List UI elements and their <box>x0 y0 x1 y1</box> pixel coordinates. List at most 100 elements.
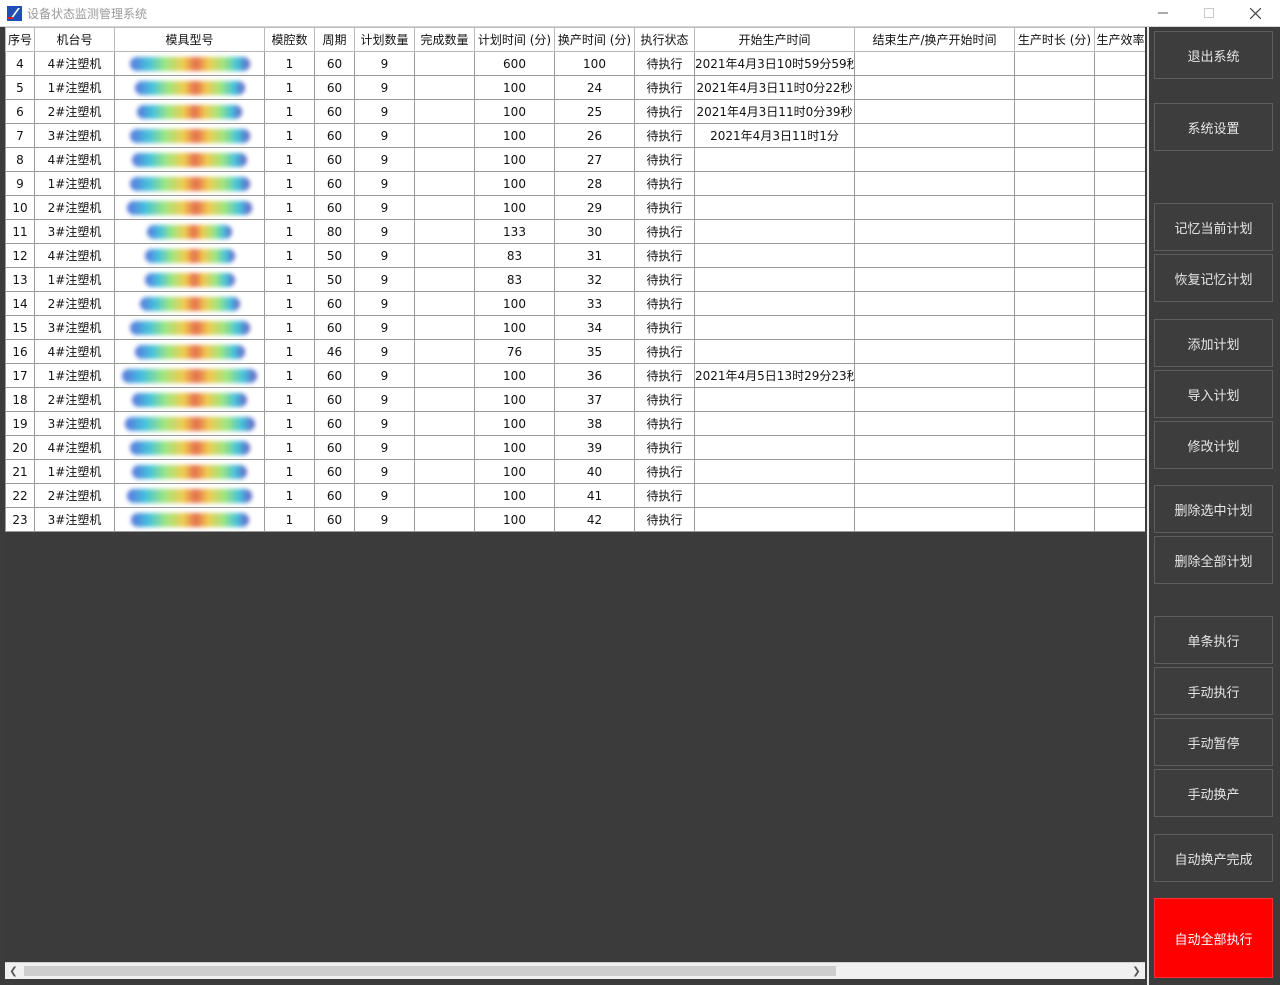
table-cell[interactable] <box>1094 387 1145 412</box>
table-cell[interactable]: 待执行 <box>634 291 695 316</box>
table-cell[interactable] <box>854 219 1015 244</box>
table-cell[interactable] <box>1014 267 1095 292</box>
table-cell[interactable] <box>1014 51 1095 76</box>
table-cell[interactable]: 60 <box>314 315 355 340</box>
column-header[interactable]: 模具型号 <box>114 27 265 52</box>
table-cell[interactable]: 1 <box>264 267 315 292</box>
table-cell[interactable]: 21 <box>5 459 35 484</box>
table-cell[interactable] <box>114 243 265 268</box>
table-cell[interactable] <box>854 99 1015 124</box>
table-cell[interactable]: 11 <box>5 219 35 244</box>
table-cell[interactable] <box>854 75 1015 100</box>
table-cell[interactable]: 1 <box>264 459 315 484</box>
table-cell[interactable]: 38 <box>554 411 635 436</box>
table-row[interactable]: 20 4#注塑机 1 60 9 100 39 待执行 <box>5 435 1145 460</box>
column-header[interactable]: 模腔数 <box>264 27 315 52</box>
table-cell[interactable] <box>694 483 855 508</box>
table-cell[interactable]: 100 <box>474 483 555 508</box>
table-cell[interactable]: 4#注塑机 <box>34 51 115 76</box>
table-cell[interactable]: 2021年4月3日11时1分 <box>694 123 855 148</box>
table-cell[interactable] <box>854 147 1015 172</box>
table-cell[interactable]: 18 <box>5 387 35 412</box>
table-cell[interactable] <box>1094 99 1145 124</box>
table-cell[interactable]: 9 <box>354 147 415 172</box>
auto-changeover-complete-button[interactable]: 自动换产完成 <box>1154 834 1273 882</box>
table-cell[interactable]: 42 <box>554 507 635 532</box>
table-cell[interactable] <box>854 267 1015 292</box>
table-cell[interactable] <box>114 507 265 532</box>
table-cell[interactable] <box>1014 483 1095 508</box>
table-cell[interactable] <box>414 219 475 244</box>
table-cell[interactable]: 9 <box>354 243 415 268</box>
table-cell[interactable] <box>114 483 265 508</box>
table-cell[interactable]: 1 <box>264 363 315 388</box>
table-cell[interactable]: 600 <box>474 51 555 76</box>
table-cell[interactable] <box>1014 219 1095 244</box>
table-cell[interactable]: 1 <box>264 291 315 316</box>
table-cell[interactable] <box>114 291 265 316</box>
table-cell[interactable]: 待执行 <box>634 195 695 220</box>
save-current-plan-button[interactable]: 记忆当前计划 <box>1154 203 1273 251</box>
table-cell[interactable]: 2#注塑机 <box>34 387 115 412</box>
table-cell[interactable]: 3#注塑机 <box>34 507 115 532</box>
table-row[interactable]: 22 2#注塑机 1 60 9 100 41 待执行 <box>5 483 1145 508</box>
table-cell[interactable] <box>414 507 475 532</box>
table-row[interactable]: 4 4#注塑机 1 60 9 600 100 待执行 2021年4月3日10时59分59秒 <box>5 51 1145 76</box>
table-cell[interactable]: 27 <box>554 147 635 172</box>
table-cell[interactable]: 1 <box>264 483 315 508</box>
table-cell[interactable] <box>414 315 475 340</box>
table-cell[interactable]: 待执行 <box>634 507 695 532</box>
column-header[interactable]: 周期 <box>314 27 355 52</box>
table-cell[interactable] <box>414 339 475 364</box>
table-cell[interactable] <box>114 147 265 172</box>
column-header[interactable]: 完成数量 <box>414 27 475 52</box>
table-cell[interactable]: 9 <box>354 219 415 244</box>
table-cell[interactable]: 9 <box>354 195 415 220</box>
table-cell[interactable] <box>114 51 265 76</box>
table-cell[interactable]: 待执行 <box>634 315 695 340</box>
table-cell[interactable]: 100 <box>474 123 555 148</box>
horizontal-scrollbar[interactable]: ❮ ❯ <box>5 962 1145 979</box>
table-cell[interactable]: 19 <box>5 411 35 436</box>
table-cell[interactable] <box>414 435 475 460</box>
table-cell[interactable]: 60 <box>314 411 355 436</box>
table-cell[interactable] <box>114 123 265 148</box>
table-cell[interactable] <box>694 219 855 244</box>
table-cell[interactable]: 2#注塑机 <box>34 291 115 316</box>
table-cell[interactable] <box>1014 291 1095 316</box>
table-cell[interactable] <box>854 507 1015 532</box>
table-cell[interactable] <box>414 363 475 388</box>
table-cell[interactable]: 34 <box>554 315 635 340</box>
table-cell[interactable] <box>854 195 1015 220</box>
table-cell[interactable] <box>414 99 475 124</box>
table-cell[interactable]: 1 <box>264 435 315 460</box>
table-cell[interactable] <box>1094 291 1145 316</box>
table-cell[interactable]: 100 <box>474 171 555 196</box>
table-cell[interactable]: 待执行 <box>634 411 695 436</box>
table-cell[interactable]: 3#注塑机 <box>34 123 115 148</box>
table-cell[interactable]: 1 <box>264 171 315 196</box>
table-cell[interactable]: 2021年4月3日11时0分39秒 <box>694 99 855 124</box>
table-cell[interactable]: 9 <box>354 387 415 412</box>
table-cell[interactable] <box>1014 171 1095 196</box>
table-cell[interactable]: 4#注塑机 <box>34 435 115 460</box>
table-cell[interactable]: 待执行 <box>634 123 695 148</box>
table-cell[interactable]: 8 <box>5 147 35 172</box>
table-cell[interactable]: 9 <box>354 75 415 100</box>
table-cell[interactable] <box>414 243 475 268</box>
table-cell[interactable] <box>414 459 475 484</box>
table-cell[interactable]: 9 <box>354 315 415 340</box>
table-cell[interactable] <box>694 315 855 340</box>
table-cell[interactable]: 9 <box>5 171 35 196</box>
table-cell[interactable]: 1 <box>264 339 315 364</box>
table-row[interactable]: 23 3#注塑机 1 60 9 100 42 待执行 <box>5 507 1145 532</box>
table-cell[interactable]: 28 <box>554 171 635 196</box>
table-row[interactable]: 7 3#注塑机 1 60 9 100 26 待执行 2021年4月3日11时1分 <box>5 123 1145 148</box>
table-cell[interactable]: 1 <box>264 315 315 340</box>
table-cell[interactable] <box>694 291 855 316</box>
table-cell[interactable]: 9 <box>354 483 415 508</box>
table-cell[interactable] <box>414 51 475 76</box>
table-cell[interactable]: 100 <box>474 387 555 412</box>
table-cell[interactable]: 4#注塑机 <box>34 339 115 364</box>
table-cell[interactable]: 46 <box>314 339 355 364</box>
